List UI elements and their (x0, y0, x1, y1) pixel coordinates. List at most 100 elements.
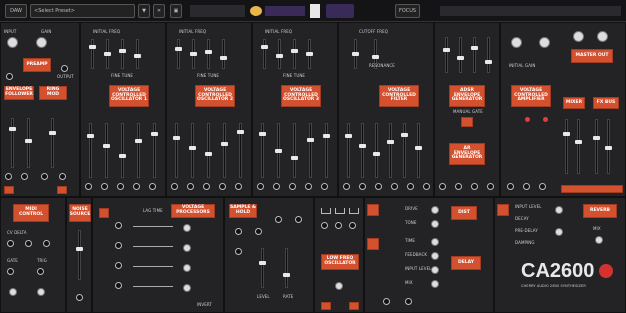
vp-jack-1[interactable] (115, 222, 122, 229)
vco1-jack-5[interactable] (149, 183, 156, 190)
vco2-mod-slider-5[interactable] (237, 123, 244, 178)
vco3-mod-slider-1[interactable] (259, 123, 266, 178)
reverb-button[interactable] (497, 204, 509, 216)
vco1-slider-4[interactable] (134, 39, 141, 69)
vco1-mod-slider-3[interactable] (119, 123, 126, 178)
sh-level-slider[interactable] (259, 248, 266, 288)
vco1-jack-2[interactable] (101, 183, 108, 190)
vco3-mod-slider-4[interactable] (307, 123, 314, 178)
mixer-slider-2[interactable] (575, 119, 582, 174)
delay-knob-2[interactable] (431, 252, 439, 260)
input-knob[interactable] (7, 37, 18, 48)
midi-jack-3[interactable] (43, 240, 50, 247)
vcf-jack-1[interactable] (343, 183, 350, 190)
vco2-mod-slider-1[interactable] (173, 123, 180, 178)
env-button[interactable] (4, 186, 14, 194)
save-icon[interactable]: ▣ (170, 4, 182, 18)
sustain-slider[interactable] (471, 37, 478, 73)
lfo-rate-knob[interactable] (335, 282, 343, 290)
fx-slider-1[interactable] (593, 119, 600, 174)
manual-gate-button[interactable] (461, 117, 473, 127)
vco3-slider-4[interactable] (306, 39, 313, 69)
vp-button-1[interactable] (99, 208, 109, 218)
env-in-jack[interactable] (5, 173, 12, 180)
vp-jack-4[interactable] (115, 282, 122, 289)
release-slider[interactable] (485, 37, 492, 73)
vp-jack-2[interactable] (115, 242, 122, 249)
vcf-mod-slider-3[interactable] (373, 123, 380, 178)
vcf-jack-6[interactable] (423, 183, 430, 190)
toggle[interactable] (326, 4, 354, 18)
attack-slider[interactable] (443, 37, 450, 73)
vco3-jack-3[interactable] (289, 183, 296, 190)
sh-jack-1[interactable] (235, 228, 242, 235)
env-jack-1[interactable] (439, 183, 446, 190)
sh-jack-5[interactable] (295, 216, 302, 223)
vcf-mod-slider-5[interactable] (401, 123, 408, 178)
vco2-slider-2[interactable] (190, 39, 197, 69)
master-volume-knob[interactable] (573, 31, 584, 42)
env-jack-2[interactable] (455, 183, 462, 190)
vco1-jack-4[interactable] (133, 183, 140, 190)
fx-slider-2[interactable] (605, 119, 612, 174)
fx-jack-1[interactable] (383, 298, 390, 305)
vco1-jack-3[interactable] (117, 183, 124, 190)
vco3-slider-1[interactable] (261, 39, 268, 69)
dist-button[interactable] (367, 204, 379, 216)
vco1-mod-slider-2[interactable] (103, 123, 110, 178)
chevron-down-icon[interactable]: ▼ (138, 4, 150, 18)
trig-jack[interactable] (37, 268, 44, 275)
delay-knob-4[interactable] (431, 280, 439, 288)
reverb-knob-1[interactable] (555, 206, 563, 214)
vco2-slider-3[interactable] (205, 39, 212, 69)
vp-knob-1[interactable] (183, 224, 191, 232)
vco1-mod-slider-4[interactable] (135, 123, 142, 178)
decay-slider[interactable] (457, 37, 464, 73)
vco3-jack-1[interactable] (257, 183, 264, 190)
fx-buttons[interactable] (561, 185, 623, 193)
vcf-jack-5[interactable] (407, 183, 414, 190)
ring-out-jack[interactable] (59, 173, 66, 180)
delay-button[interactable] (367, 238, 379, 250)
vcf-mod-slider-4[interactable] (387, 123, 394, 178)
lfo-jack-1[interactable] (321, 222, 328, 229)
lfo-jack-3[interactable] (349, 222, 356, 229)
reverb-knob-2[interactable] (555, 228, 563, 236)
output-jack[interactable] (61, 65, 68, 72)
vca-jack-1[interactable] (507, 183, 514, 190)
vco1-mod-slider-5[interactable] (151, 123, 158, 178)
vcf-cutoff-slider[interactable] (352, 39, 359, 69)
vco3-slider-2[interactable] (276, 39, 283, 69)
vco2-slider-4[interactable] (220, 39, 227, 69)
env-slider[interactable] (9, 118, 16, 168)
env-jack-4[interactable] (487, 183, 494, 190)
vco3-mod-slider-2[interactable] (275, 123, 282, 178)
vco3-jack-5[interactable] (321, 183, 328, 190)
vcf-jack-2[interactable] (359, 183, 366, 190)
env-out-jack[interactable] (21, 173, 28, 180)
vco2-mod-slider-4[interactable] (221, 123, 228, 178)
midi-knob-1[interactable] (9, 288, 17, 296)
midi-jack-2[interactable] (25, 240, 32, 247)
noise-jack[interactable] (76, 294, 83, 301)
noise-slider[interactable] (76, 230, 83, 280)
dist-knob-1[interactable] (431, 206, 439, 214)
vco2-mod-slider-3[interactable] (205, 123, 212, 178)
vco1-slider-2[interactable] (104, 39, 111, 69)
ext-in-jack[interactable] (6, 73, 13, 80)
vco2-jack-4[interactable] (219, 183, 226, 190)
gate-jack[interactable] (7, 268, 14, 275)
vcf-jack-3[interactable] (375, 183, 382, 190)
midi-jack-1[interactable] (7, 240, 14, 247)
lfo-jack-2[interactable] (335, 222, 342, 229)
delay-knob-1[interactable] (431, 238, 439, 246)
delay-knob-3[interactable] (431, 266, 439, 274)
vco3-slider-3[interactable] (291, 39, 298, 69)
ring-button[interactable] (57, 186, 67, 194)
master-pan-knob[interactable] (597, 31, 608, 42)
vp-knob-3[interactable] (183, 264, 191, 272)
vco2-jack-1[interactable] (171, 183, 178, 190)
vca-jack-2[interactable] (523, 183, 530, 190)
env-jack-3[interactable] (471, 183, 478, 190)
vco2-slider-1[interactable] (175, 39, 182, 69)
